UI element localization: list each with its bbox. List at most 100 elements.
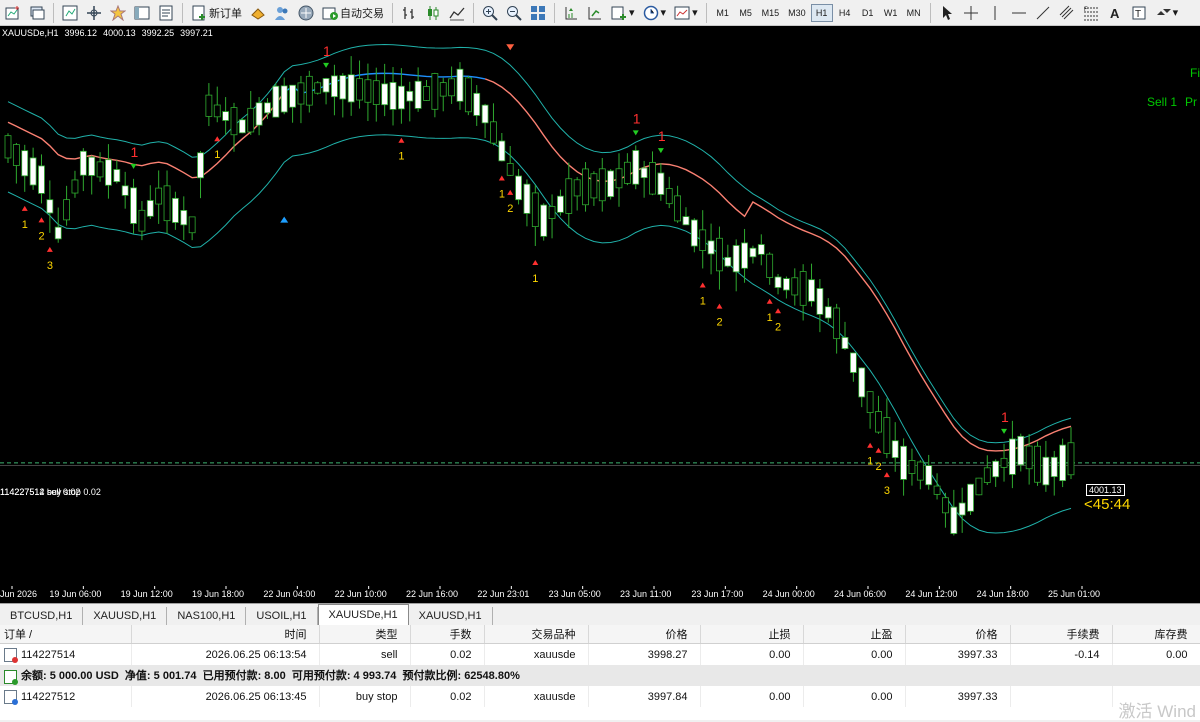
candle-body (824, 306, 832, 319)
candle-body (188, 216, 196, 234)
crosshair-icon (963, 5, 978, 20)
candle-body (732, 245, 740, 273)
candlestick-button[interactable] (422, 2, 444, 24)
price-chart[interactable]: 1 2 3 1 1 1 2 1 1 2 1 2 1 2 3 1 1 1 1 1 Jun 2026 19 Jun 06:00… (0, 26, 1200, 603)
candle-body (314, 82, 322, 94)
arrows-button[interactable]: ▾ (1152, 2, 1182, 24)
tile-windows-button[interactable] (527, 2, 549, 24)
candle-body (121, 185, 129, 196)
zoom-in-button[interactable] (479, 2, 501, 24)
candle-body (163, 185, 171, 222)
column-header[interactable]: 价格 (588, 625, 701, 644)
timeframe-m5-button[interactable]: M5 (735, 4, 757, 22)
crosshair-button[interactable] (960, 2, 982, 24)
candle-body (724, 256, 732, 267)
indicators-button[interactable]: ▾ (608, 2, 638, 24)
periods-button[interactable]: ▾ (640, 2, 670, 24)
auto-scroll-button[interactable] (584, 2, 606, 24)
line-chart-button[interactable] (446, 2, 468, 24)
timeframe-m15-button[interactable]: M15 (758, 4, 784, 22)
text-button[interactable]: A (1104, 2, 1126, 24)
auto-trading-button[interactable]: 自动交易 (319, 2, 387, 24)
terminal-icon (134, 6, 150, 19)
column-header[interactable]: 手数 (410, 625, 485, 644)
candle-body (515, 175, 522, 201)
metaeditor-button[interactable] (247, 2, 269, 24)
cursor-button[interactable] (936, 2, 958, 24)
signal-number: 3 (47, 260, 53, 272)
chart-tab[interactable]: BTCUSD,H1 (0, 607, 84, 625)
candle-body (1067, 442, 1075, 476)
templates-icon (674, 6, 690, 19)
trendline-button[interactable] (1032, 2, 1054, 24)
fibonacci-button[interactable]: F (1080, 2, 1102, 24)
candle-body (431, 73, 439, 110)
chart-tab[interactable]: NAS100,H1 (167, 607, 247, 625)
signals-button[interactable] (271, 2, 293, 24)
order-row[interactable]: 114227512 2026.06.25 06:13:45 buy stop 0.02… (0, 686, 1200, 707)
toolbar-separator (392, 2, 393, 23)
column-header[interactable]: 交易品种 (484, 625, 589, 644)
favorites-button[interactable] (107, 2, 129, 24)
signal-number: 1 (700, 295, 706, 307)
upper-band-line (7, 43, 1072, 444)
horizontal-line-icon (1011, 12, 1026, 13)
column-header[interactable]: 订单 / (0, 625, 132, 644)
new-order-button[interactable]: 新订单 (188, 2, 245, 24)
label-button[interactable]: T (1128, 2, 1150, 24)
column-header[interactable]: 价格 (905, 625, 1011, 644)
chart-shift-button[interactable] (560, 2, 582, 24)
channel-button[interactable] (1056, 2, 1078, 24)
candle-body (573, 179, 581, 197)
chart-tab[interactable]: XAUUSD,H1 (83, 607, 168, 625)
templates-button[interactable]: ▾ (671, 2, 701, 24)
cell-order: 114227512 (0, 686, 132, 707)
candle-body (389, 82, 397, 110)
signal-number: 1 (214, 149, 220, 161)
buy-arrow-icon (398, 137, 405, 143)
column-header[interactable]: 类型 (319, 625, 411, 644)
column-header[interactable]: 库存费 (1112, 625, 1200, 644)
column-header[interactable]: 手续费 (1010, 625, 1113, 644)
profiles-button[interactable] (26, 2, 48, 24)
timeframe-m1-button[interactable]: M1 (712, 4, 734, 22)
time-axis-label: 22 Jun 16:00 (406, 589, 458, 599)
candle-body (464, 77, 472, 113)
chart-tab[interactable]: USOIL,H1 (246, 607, 318, 625)
new-chart-button[interactable] (2, 2, 24, 24)
timeframe-h4-button[interactable]: H4 (834, 4, 856, 22)
timeframe-d1-button[interactable]: D1 (857, 4, 879, 22)
timeframe-m30-button[interactable]: M30 (784, 4, 810, 22)
candle-body (858, 367, 866, 398)
candle-body (238, 119, 246, 134)
candle-body (381, 83, 389, 106)
vertical-line-button[interactable] (984, 2, 1006, 24)
candle-body (565, 178, 573, 214)
zoom-in-icon (483, 5, 498, 21)
crosshair-move-icon (87, 5, 101, 20)
zoom-out-button[interactable] (503, 2, 525, 24)
chart-tab[interactable]: XAUUSDe,H1 (317, 604, 409, 625)
market-watch-button[interactable] (59, 2, 81, 24)
terminal-button[interactable] (131, 2, 153, 24)
column-header[interactable]: 止损 (700, 625, 804, 644)
tester-button[interactable] (155, 2, 177, 24)
column-header[interactable]: 止盈 (803, 625, 906, 644)
bar-chart-button[interactable] (398, 2, 420, 24)
candle-body (690, 219, 698, 247)
timeframe-mn-button[interactable]: MN (903, 4, 925, 22)
cell-cur-price: 3997.33 (905, 686, 1011, 707)
time-axis-label: 22 Jun 10:00 (335, 589, 387, 599)
navigator-button[interactable] (83, 2, 105, 24)
candle-body (88, 156, 96, 176)
cell-swap: 0.00 (1112, 643, 1200, 665)
candle-body (423, 86, 430, 101)
order-row[interactable]: 114227514 2026.06.25 06:13:54 sell 0.02 xauu… (0, 643, 1200, 665)
community-button[interactable] (295, 2, 317, 24)
timeframe-h1-button[interactable]: H1 (810, 3, 833, 22)
timeframe-w1-button[interactable]: W1 (880, 4, 902, 22)
chart-tab[interactable]: XAUUSD,H1 (409, 607, 493, 625)
horizontal-line-button[interactable] (1008, 2, 1030, 24)
column-header[interactable]: 时间 (131, 625, 320, 644)
buy-arrow-icon (532, 260, 539, 266)
